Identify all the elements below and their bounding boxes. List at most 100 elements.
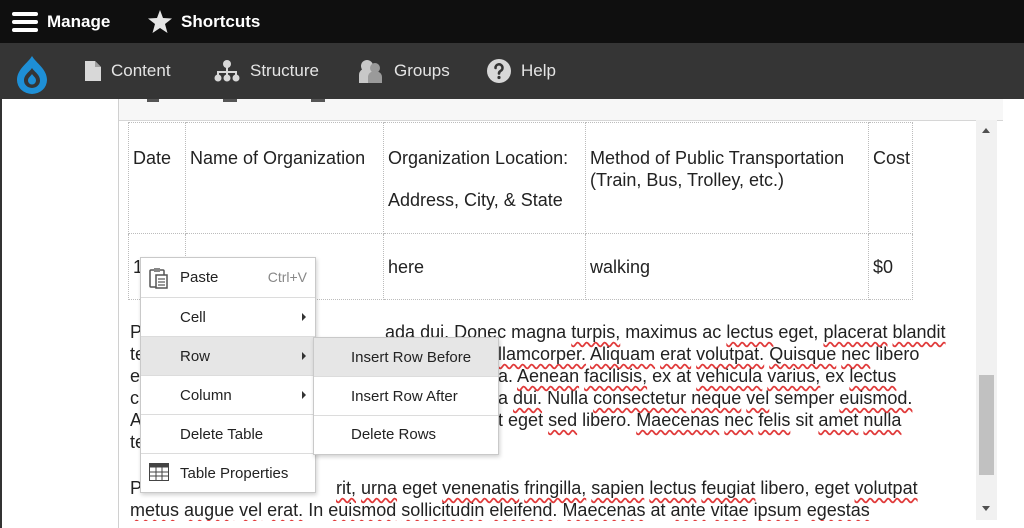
misspelled-word[interactable]: ipsum <box>754 500 802 520</box>
misspelled-word[interactable]: euismod. <box>839 388 912 408</box>
scrollbar-thumb[interactable] <box>979 375 994 475</box>
drupal-logo-icon[interactable] <box>14 55 50 95</box>
table-cell[interactable]: Method of Public Transportation (Train, … <box>585 122 869 234</box>
shortcuts-tab[interactable]: Shortcuts <box>148 0 260 43</box>
menu-item-cell[interactable]: Cell <box>141 298 315 336</box>
misspelled-word[interactable]: feugiat <box>701 478 755 498</box>
header-org: Name of Organization <box>190 148 366 168</box>
header-location-line1: Organization Location: <box>388 148 569 168</box>
sitemap-icon <box>214 60 240 82</box>
menu-item-insert-row-after[interactable]: Insert Row After <box>314 377 498 415</box>
misspelled-word[interactable]: augue <box>184 500 234 520</box>
text-line: llamcorper. Aliquam erat volutpat. Quisq… <box>498 344 920 364</box>
misspelled-word[interactable]: placerat <box>823 322 887 342</box>
admin-menu-help[interactable]: Help <box>487 43 556 99</box>
text-line: a. Aenean facilisis, ex at vehicula vari… <box>498 366 897 386</box>
misspelled-word[interactable]: euismod <box>328 500 396 520</box>
help-icon <box>487 59 511 83</box>
misspelled-word[interactable]: urna <box>361 478 397 498</box>
menu-item-label: Delete Table <box>180 426 264 443</box>
misspelled-word[interactable]: sollicitudin <box>401 500 484 520</box>
misspelled-word[interactable]: blandit <box>893 322 946 342</box>
misspelled-word[interactable]: felis <box>758 410 790 430</box>
hamburger-icon <box>12 11 38 32</box>
editor-scrollbar[interactable] <box>976 120 997 520</box>
admin-menu-content[interactable]: Content <box>85 43 171 99</box>
table-cell[interactable]: Date <box>128 122 186 234</box>
menu-item-label: Column <box>180 387 232 404</box>
menu-item-insert-row-before[interactable]: Insert Row Before <box>314 338 498 376</box>
toolbar-button-fragment <box>147 99 159 102</box>
text-line: a dui. Nulla consectetur neque vel sempe… <box>498 388 913 408</box>
misspelled-word[interactable]: turpis, <box>571 322 620 342</box>
menu-item-paste[interactable]: Paste Ctrl+V <box>141 258 315 296</box>
misspelled-word[interactable]: Maecenas <box>562 500 645 520</box>
misspelled-word[interactable]: metus <box>130 500 179 520</box>
misspelled-word[interactable]: volutpat <box>855 478 918 498</box>
menu-item-table-properties[interactable]: Table Properties <box>141 454 315 492</box>
table-cell[interactable]: walking <box>585 233 869 300</box>
misspelled-word[interactable]: eleifend. <box>489 500 557 520</box>
misspelled-word[interactable]: vel <box>239 500 262 520</box>
misspelled-word[interactable]: erat. <box>267 500 303 520</box>
row-submenu: Insert Row Before Insert Row After Delet… <box>313 337 499 455</box>
scroll-down-arrow-icon[interactable] <box>982 506 990 511</box>
misspelled-word[interactable]: llamcorper. <box>498 344 586 364</box>
table-cell[interactable]: here <box>383 233 586 300</box>
paste-icon <box>149 268 168 289</box>
misspelled-word[interactable]: Quisque <box>769 344 836 364</box>
misspelled-word[interactable]: rit, <box>336 478 356 498</box>
misspelled-word[interactable]: vehicula <box>696 366 762 386</box>
table-icon <box>149 463 169 481</box>
misspelled-word[interactable]: lectus <box>849 366 896 386</box>
submenu-arrow-icon <box>302 391 306 399</box>
table-cell[interactable]: $0 <box>868 233 913 300</box>
header-location-line2: Address, City, & State <box>388 190 563 210</box>
misspelled-word[interactable]: Aenean <box>517 366 579 386</box>
table-cell[interactable]: Name of Organization <box>185 122 384 234</box>
misspelled-word[interactable]: lectus <box>726 322 773 342</box>
admin-menu-structure[interactable]: Structure <box>214 43 319 99</box>
misspelled-word[interactable]: lectus <box>649 478 696 498</box>
misspelled-word[interactable]: nec <box>724 410 753 430</box>
menu-item-column[interactable]: Column <box>141 376 315 414</box>
header-method: Method of Public Transportation (Train, … <box>590 148 845 190</box>
misspelled-word[interactable]: amet <box>818 410 858 430</box>
admin-menu-bar: Content Structure Groups Help <box>0 43 1024 99</box>
misspelled-word[interactable]: neque <box>691 388 741 408</box>
table-cell[interactable]: Organization Location: Address, City, & … <box>383 122 586 234</box>
admin-menu-groups[interactable]: Groups <box>358 43 450 99</box>
menu-item-delete-rows[interactable]: Delete Rows <box>314 415 498 453</box>
misspelled-word[interactable]: ante <box>671 500 706 520</box>
misspelled-word[interactable]: vitae <box>711 500 749 520</box>
misspelled-word[interactable]: Maecenas <box>636 410 719 430</box>
misspelled-word[interactable]: fringilla, <box>524 478 586 498</box>
misspelled-word[interactable]: dui. <box>513 388 542 408</box>
misspelled-word[interactable]: vel <box>746 388 769 408</box>
misspelled-word[interactable]: venenatis <box>442 478 519 498</box>
scroll-up-arrow-icon[interactable] <box>982 128 990 133</box>
menu-item-row[interactable]: Row <box>141 337 315 375</box>
misspelled-word[interactable]: facilisis, <box>584 366 647 386</box>
menu-item-delete-table[interactable]: Delete Table <box>141 415 315 453</box>
table-cell[interactable]: Cost <box>868 122 913 234</box>
misspelled-word[interactable]: Aliquam <box>590 344 655 364</box>
text-line: metus augue vel erat. In euismod sollici… <box>130 500 870 520</box>
misspelled-word[interactable]: sapien <box>591 478 644 498</box>
misspelled-word[interactable]: varius, <box>767 366 820 386</box>
manage-label: Manage <box>47 11 111 31</box>
misspelled-word[interactable]: egestas <box>807 500 870 520</box>
misspelled-word[interactable]: erat <box>660 344 691 364</box>
submenu-arrow-icon <box>302 313 306 321</box>
misspelled-word[interactable]: volutpat. <box>696 344 764 364</box>
cell-org <box>186 234 383 256</box>
menu-item-label: Table Properties <box>180 465 289 482</box>
menu-item-label: Insert Row Before <box>351 349 472 366</box>
misspelled-word[interactable]: nec <box>841 344 870 364</box>
cell-method: walking <box>590 257 651 277</box>
misspelled-word[interactable]: consectetur <box>593 388 686 408</box>
misspelled-word[interactable]: sed <box>548 410 577 430</box>
misspelled-word[interactable]: nulla <box>863 410 901 430</box>
people-icon <box>359 60 382 83</box>
manage-tab[interactable]: Manage <box>12 0 110 43</box>
